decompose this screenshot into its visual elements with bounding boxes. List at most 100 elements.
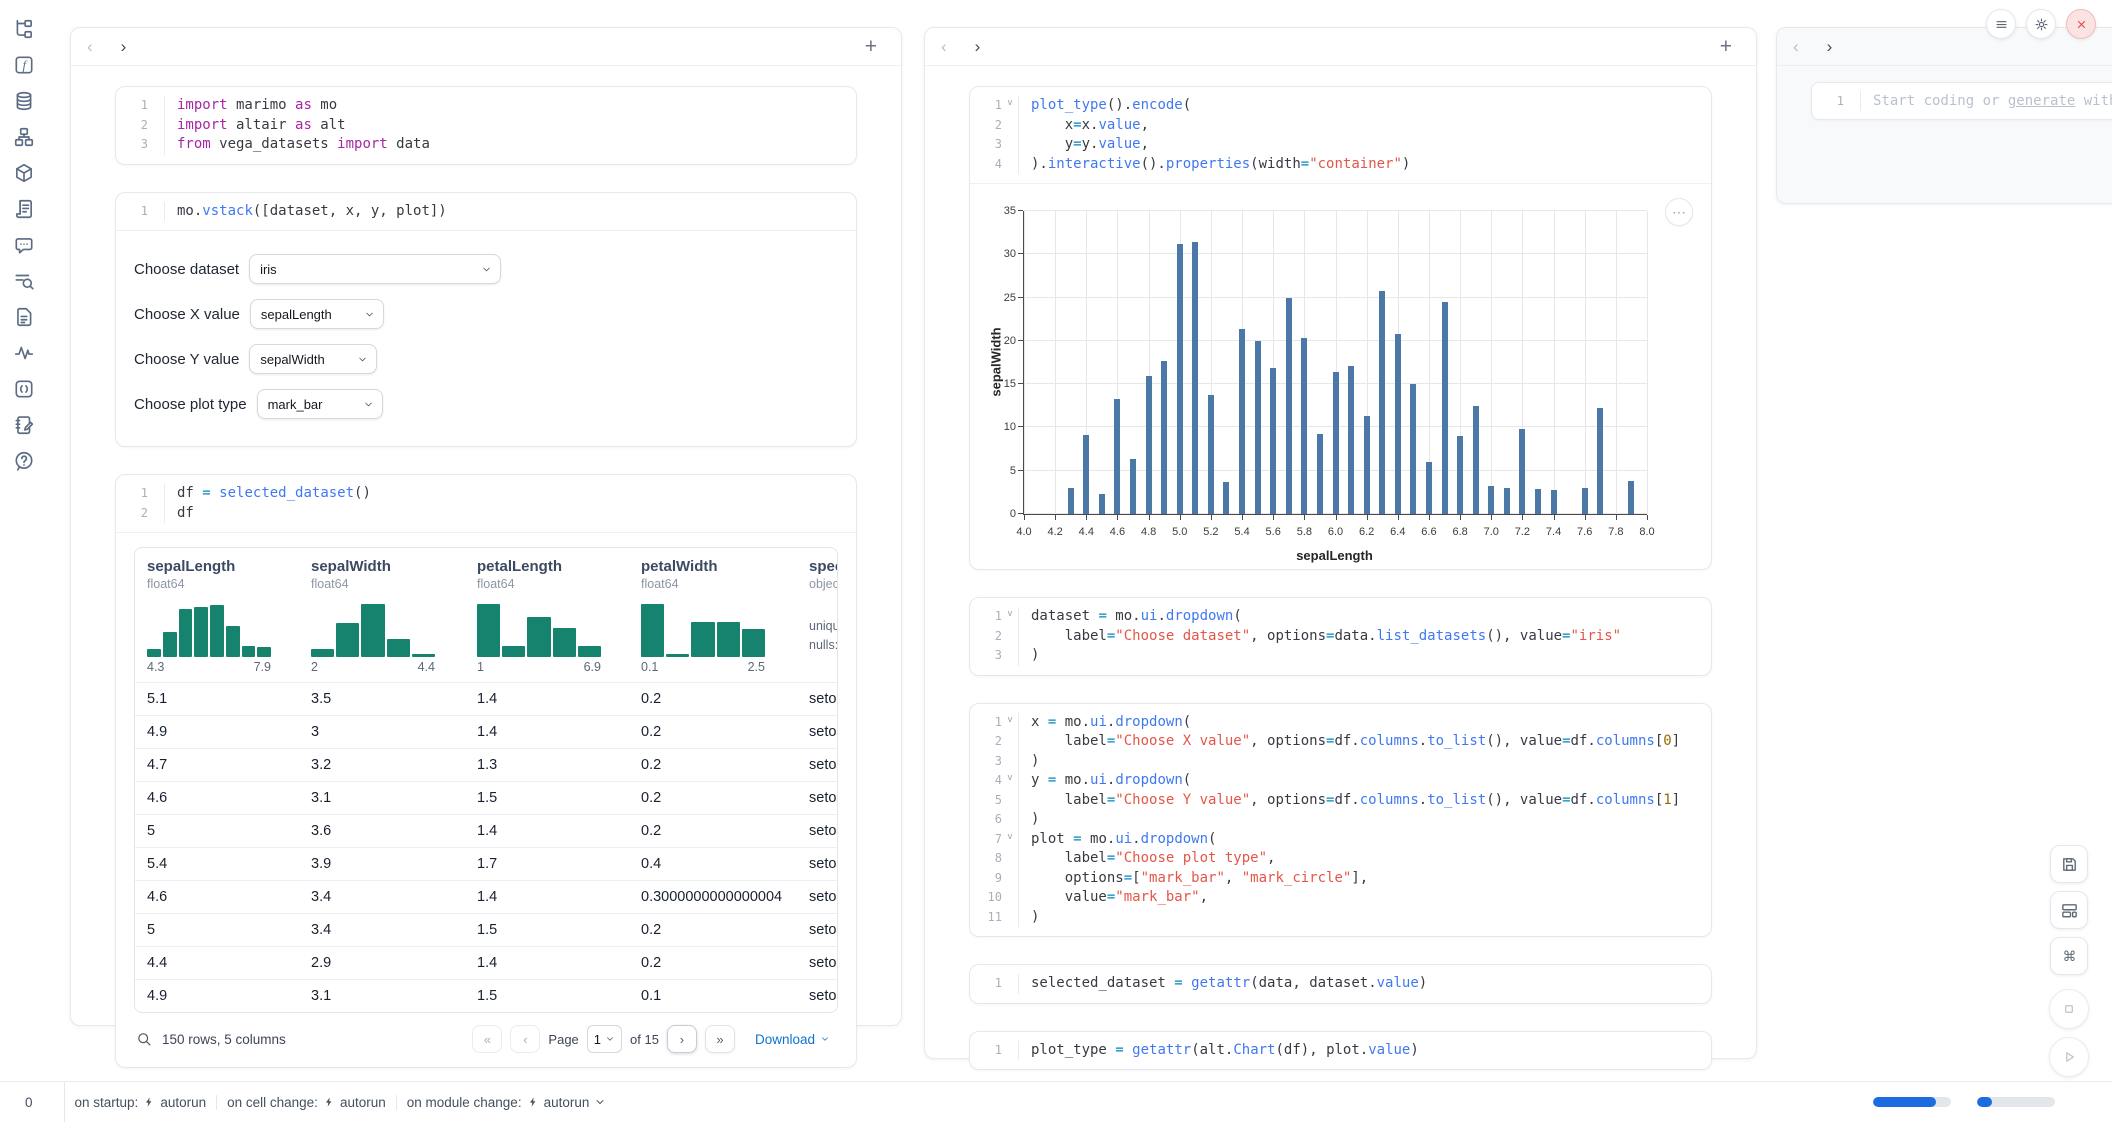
bolt-icon: [143, 1096, 155, 1108]
sidebar-item-documentation[interactable]: [13, 306, 35, 328]
code-line: 6): [976, 810, 1699, 830]
prev-page-button[interactable]: ‹: [510, 1025, 540, 1053]
table-row[interactable]: 5.13.51.40.2setos: [135, 682, 837, 715]
code-line: 2 label="Choose X value", options=df.col…: [976, 732, 1699, 752]
code-line: 1vplot_type().encode(: [976, 96, 1699, 116]
close-button[interactable]: [2066, 9, 2096, 39]
generate-link[interactable]: generate: [2008, 93, 2075, 109]
table-row[interactable]: 4.63.11.50.2setos: [135, 781, 837, 814]
table-cell: setos: [797, 716, 837, 748]
column-header[interactable]: petalWidthfloat640.12.5: [629, 558, 797, 674]
add-cell-button[interactable]: +: [859, 35, 883, 58]
sidebar-item-scratchpad[interactable]: [13, 414, 35, 436]
settings-button[interactable]: [2026, 9, 2056, 39]
code-editor[interactable]: 1import marimo as mo2import altair as al…: [116, 87, 856, 164]
sidebar-item-logs[interactable]: [13, 198, 35, 220]
table-row[interactable]: 4.93.11.50.1setos: [135, 979, 837, 1012]
fold-marker[interactable]: v: [1002, 96, 1018, 116]
sidebar-item-help[interactable]: [13, 450, 35, 472]
scratchpad-icon: [13, 414, 35, 436]
next-page-button[interactable]: ›: [667, 1025, 697, 1053]
tracing-icon: [13, 342, 35, 364]
save-button[interactable]: [2050, 845, 2088, 883]
column-header[interactable]: sepalWidthfloat6424.4: [299, 558, 465, 674]
column-header[interactable]: petalLengthfloat6416.9: [465, 558, 629, 674]
code-editor[interactable]: 1selected_dataset = getattr(data, datase…: [970, 965, 1711, 1003]
hist-bar: [336, 623, 359, 657]
column-next-button[interactable]: ›: [975, 38, 981, 55]
dropdown-value: sepalLength: [261, 307, 332, 322]
column-header[interactable]: speciobjecuniqunulls:: [797, 558, 837, 674]
notebook-cell-dataframe: 1df = selected_dataset()2df sepalLengthfl…: [115, 474, 857, 1068]
table-row[interactable]: 53.41.50.2setos: [135, 913, 837, 946]
dropdown-select[interactable]: sepalLength: [250, 299, 384, 329]
code-editor[interactable]: 1mo.vstack([dataset, x, y, plot]): [116, 193, 856, 231]
dropdown-select[interactable]: iris: [249, 254, 501, 284]
column-header[interactable]: sepalLengthfloat644.37.9: [135, 558, 299, 674]
column-name: sepalWidth: [311, 558, 465, 575]
table-cell: 4.9: [135, 980, 299, 1012]
code-line: 1plot_type = getattr(alt.Chart(df), plot…: [976, 1041, 1699, 1061]
errors-indicator[interactable]: 0: [12, 1095, 40, 1110]
x-tick-label: 5.8: [1297, 526, 1312, 538]
sidebar-item-tracing[interactable]: [13, 342, 35, 364]
sidebar-item-dependency-graph[interactable]: [13, 126, 35, 148]
code-editor[interactable]: 1vplot_type().encode(2 x=x.value,3 y=y.v…: [970, 87, 1711, 183]
column-prev-button[interactable]: ‹: [941, 38, 947, 55]
add-cell-button[interactable]: +: [1714, 35, 1738, 58]
code-line: 5 label="Choose Y value", options=df.col…: [976, 791, 1699, 811]
fold-marker[interactable]: v: [1002, 713, 1018, 733]
notebook-menu-button[interactable]: [1986, 9, 2016, 39]
column-range: 16.9: [477, 660, 601, 674]
last-page-button[interactable]: »: [705, 1025, 735, 1053]
code-editor[interactable]: 1vx = mo.ui.dropdown(2 label="Choose X v…: [970, 704, 1711, 937]
column-next-button[interactable]: ›: [121, 38, 127, 55]
scratchpad-editor[interactable]: 1 Start coding or generate with: [1811, 82, 2112, 120]
runtime-config-1[interactable]: on startup:autorun: [75, 1095, 207, 1110]
data-sources-icon: [13, 90, 35, 112]
bolt-icon: [323, 1096, 335, 1108]
chart-options-button[interactable]: ⋯: [1665, 198, 1693, 226]
scratchpad-next-button[interactable]: ›: [1827, 38, 1833, 55]
fold-marker[interactable]: v: [1002, 771, 1018, 791]
scratchpad-prev-button[interactable]: ‹: [1793, 38, 1799, 55]
x-axis-title: sepalLength: [1023, 548, 1646, 563]
table-row[interactable]: 4.42.91.40.2setos: [135, 946, 837, 979]
dropdown-value: iris: [260, 262, 277, 277]
dropdown-select[interactable]: sepalWidth: [249, 344, 377, 374]
first-page-button[interactable]: «: [472, 1025, 502, 1053]
table-row[interactable]: 5.43.91.70.4setos: [135, 847, 837, 880]
layout-toggle-button[interactable]: [2050, 891, 2088, 929]
code-line: 3 y=y.value,: [976, 135, 1699, 155]
runtime-config-2[interactable]: on cell change:autorun: [227, 1095, 386, 1110]
column-prev-button[interactable]: ‹: [87, 38, 93, 55]
sidebar-item-ai-chat[interactable]: [13, 234, 35, 256]
sidebar-item-find-in-cells[interactable]: [13, 270, 35, 292]
sidebar-item-packages[interactable]: [13, 162, 35, 184]
hist-bar: [477, 604, 500, 657]
runtime-config-3[interactable]: on module change:autorun: [407, 1095, 607, 1110]
code-editor[interactable]: 1vdataset = mo.ui.dropdown(2 label="Choo…: [970, 598, 1711, 675]
dropdown-select[interactable]: mark_bar: [257, 389, 383, 419]
table-row[interactable]: 53.61.40.2setos: [135, 814, 837, 847]
range-min: 1: [477, 660, 484, 674]
sidebar-item-file-explorer[interactable]: [13, 18, 35, 40]
table-row[interactable]: 4.63.41.40.3000000000000004setos: [135, 880, 837, 913]
table-row[interactable]: 4.931.40.2setos: [135, 715, 837, 748]
run-all-button[interactable]: [2049, 1037, 2089, 1077]
sidebar-item-snippets[interactable]: [13, 378, 35, 400]
table-row[interactable]: 4.73.21.30.2setos: [135, 748, 837, 781]
download-button[interactable]: Download: [749, 1031, 836, 1048]
page-select[interactable]: 1: [587, 1025, 622, 1053]
sidebar-item-functions[interactable]: f: [13, 54, 35, 76]
code-editor[interactable]: 1plot_type = getattr(alt.Chart(df), plot…: [970, 1032, 1711, 1070]
fold-spacer: [1002, 810, 1018, 830]
search-icon[interactable]: [136, 1031, 152, 1047]
fold-marker[interactable]: v: [1002, 830, 1018, 850]
code-editor[interactable]: 1df = selected_dataset()2df: [116, 475, 856, 532]
fold-marker[interactable]: v: [1002, 607, 1018, 627]
stop-kernel-button[interactable]: [2049, 989, 2089, 1029]
command-palette-button[interactable]: ⌘: [2050, 937, 2088, 975]
x-tick-label: 4.8: [1141, 526, 1156, 538]
sidebar-item-data-sources[interactable]: [13, 90, 35, 112]
